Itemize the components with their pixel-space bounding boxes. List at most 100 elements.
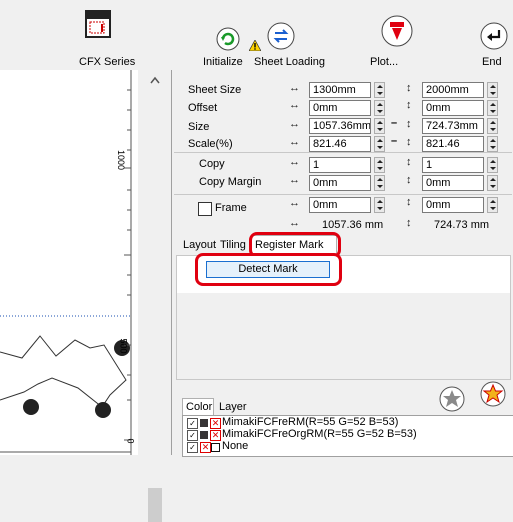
tab-color-label: Color: [186, 401, 213, 413]
offset-y-input[interactable]: 0mm: [422, 100, 484, 116]
horizontal-arrow-icon: ↔: [289, 156, 300, 168]
list-item[interactable]: ✓ ✕ None: [187, 440, 507, 453]
copy-label: Copy: [199, 158, 225, 170]
offset-x-input[interactable]: 0mm: [309, 100, 371, 116]
total-width-value: 1057.36 mm: [322, 219, 384, 231]
vertical-arrow-icon: ↕: [406, 174, 412, 186]
scale-y-input[interactable]: 821.46: [422, 136, 484, 152]
copy-x-spinner[interactable]: [374, 157, 385, 173]
tab-color[interactable]: Color: [182, 398, 214, 415]
list-item-label: MimakiFCFreOrgRM(R=55 G=52 B=53): [222, 428, 417, 440]
vertical-arrow-icon: ↕: [406, 156, 412, 168]
horizontal-arrow-icon: ↔: [289, 136, 300, 148]
size-label: Size: [188, 121, 210, 133]
initialize-icon[interactable]: [216, 27, 240, 51]
tab-tiling[interactable]: Tiling: [220, 239, 246, 251]
vertical-arrow-icon: ↕: [406, 196, 412, 208]
color-list: ✓ ✕ MimakiFCFreRM(R=55 G=52 B=53) ✓ ✕ Mi…: [182, 415, 513, 457]
offset-y-spinner[interactable]: [487, 100, 498, 116]
offset-label: Offset: [188, 102, 218, 114]
link-dash: –: [391, 117, 398, 129]
plot-icon[interactable]: [381, 14, 413, 48]
scroll-up-arrow-icon[interactable]: [150, 76, 160, 84]
item-checkbox[interactable]: ✓: [187, 442, 198, 453]
red-x-icon: ✕: [210, 418, 221, 429]
settings-panel: Sheet Size ↔ 1300mm ↕ 2000mm Offset ↔ 0m…: [172, 70, 513, 240]
horizontal-arrow-icon: ↔: [289, 217, 300, 229]
scale-x-spinner[interactable]: [374, 136, 385, 152]
frame-y-spinner[interactable]: [487, 197, 498, 213]
item-checkbox[interactable]: ✓: [187, 418, 198, 429]
vertical-arrow-icon: ↕: [406, 99, 412, 111]
plot-preview-canvas[interactable]: 1000 500 0: [0, 70, 138, 455]
copy-margin-y-spinner[interactable]: [487, 175, 498, 191]
size-x-input[interactable]: 1057.36mm: [309, 118, 371, 134]
tab-strip: Layout Tiling Register Mark: [172, 233, 513, 256]
canvas-vertical-scrollbar[interactable]: [146, 70, 164, 522]
initialize-button[interactable]: Initialize: [203, 56, 243, 68]
sheet-width-input[interactable]: 1300mm: [309, 82, 371, 98]
frame-checkbox[interactable]: [198, 202, 212, 216]
sheet-height-spinner[interactable]: [487, 82, 498, 98]
warning-icon: [249, 40, 261, 51]
detect-mark-highlight: [195, 253, 342, 286]
toolbar: CFX Series Initialize Sheet Loading Plot…: [0, 0, 513, 70]
end-icon[interactable]: [480, 22, 508, 50]
copy-y-spinner[interactable]: [487, 157, 498, 173]
color-swatch: [200, 431, 208, 439]
vertical-arrow-icon: ↕: [406, 118, 412, 130]
cfx-series-label: CFX Series: [79, 56, 136, 68]
tab-layout[interactable]: Layout: [183, 239, 216, 251]
vertical-arrow-icon: ↕: [406, 82, 412, 94]
sheet-width-spinner[interactable]: [374, 82, 385, 98]
scale-y-spinner[interactable]: [487, 136, 498, 152]
scale-label: Scale(%): [188, 138, 233, 150]
end-button[interactable]: End: [482, 56, 502, 68]
copy-margin-x-input[interactable]: 0mm: [309, 175, 371, 191]
vertical-arrow-icon: ↕: [406, 217, 412, 229]
size-y-input[interactable]: 724.73mm: [422, 118, 484, 134]
frame-x-spinner[interactable]: [374, 197, 385, 213]
ruler-label-1000: 1000: [116, 149, 127, 171]
horizontal-arrow-icon: ↔: [289, 197, 300, 209]
tab-layer[interactable]: Layer: [219, 401, 247, 413]
sheet-height-input[interactable]: 2000mm: [422, 82, 484, 98]
size-y-spinner[interactable]: [487, 118, 498, 134]
frame-label: Frame: [215, 202, 247, 214]
size-x-spinner[interactable]: [374, 118, 385, 134]
red-x-icon: ✕: [200, 442, 211, 453]
copy-y-input[interactable]: 1: [422, 157, 484, 173]
sheet-loading-button[interactable]: Sheet Loading: [254, 56, 325, 68]
sheet-loading-icon[interactable]: [267, 22, 295, 50]
scale-x-input[interactable]: 821.46: [309, 136, 371, 152]
vertical-arrow-icon: ↕: [406, 136, 412, 148]
list-item-label: MimakiFCFreRM(R=55 G=52 B=53): [222, 416, 399, 428]
ruler-label-0: 0: [125, 438, 136, 444]
copy-x-input[interactable]: 1: [309, 157, 371, 173]
none-swatch: [211, 443, 220, 452]
horizontal-arrow-icon: ↔: [289, 82, 300, 94]
copy-margin-y-input[interactable]: 0mm: [422, 175, 484, 191]
plot-button[interactable]: Plot...: [370, 56, 398, 68]
copy-margin-x-spinner[interactable]: [374, 175, 385, 191]
offset-x-spinner[interactable]: [374, 100, 385, 116]
horizontal-arrow-icon: ↔: [289, 99, 300, 111]
horizontal-arrow-icon: ↔: [289, 118, 300, 130]
ruler-label-500: 500: [118, 338, 129, 354]
red-x-icon: ✕: [210, 430, 221, 441]
horizontal-arrow-icon: ↔: [289, 174, 300, 186]
link-dash: –: [391, 135, 398, 147]
separator: [174, 152, 512, 153]
scrollbar-thumb[interactable]: [148, 488, 162, 522]
separator: [174, 194, 512, 195]
cutter-device-icon[interactable]: [85, 10, 111, 40]
preview-drawing: [0, 70, 132, 455]
item-checkbox[interactable]: ✓: [187, 430, 198, 441]
frame-x-input[interactable]: 0mm: [309, 197, 371, 213]
list-item-label: None: [222, 440, 249, 452]
copy-margin-label: Copy Margin: [199, 176, 262, 188]
color-layer-panel: Color Layer ✓ ✕ MimakiFCFreRM(R=55 G=52 …: [180, 395, 513, 457]
frame-y-input[interactable]: 0mm: [422, 197, 484, 213]
total-height-value: 724.73 mm: [434, 219, 490, 231]
color-swatch: [200, 419, 208, 427]
